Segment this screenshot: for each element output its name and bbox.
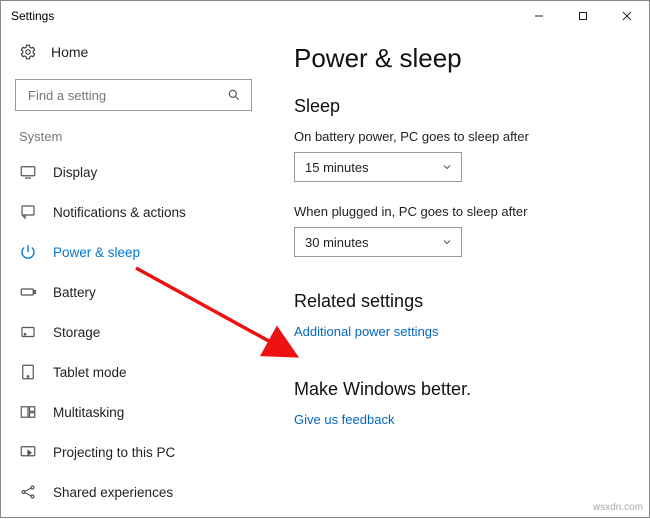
tablet-icon (19, 363, 37, 381)
sidebar-item-battery[interactable]: Battery (1, 272, 266, 312)
sidebar-item-notifications[interactable]: Notifications & actions (1, 192, 266, 232)
watermark: wsxdn.com (593, 502, 643, 513)
battery-sleep-select[interactable]: 15 minutes (294, 152, 462, 182)
window-body: Home System Display Notifications & acti… (1, 31, 649, 517)
search-input[interactable] (15, 79, 252, 111)
close-button[interactable] (605, 1, 649, 31)
shared-icon (19, 483, 37, 501)
sidebar-item-label: Battery (53, 285, 96, 300)
sidebar-item-label: Tablet mode (53, 365, 127, 380)
sidebar-item-display[interactable]: Display (1, 152, 266, 192)
sidebar-item-label: Power & sleep (53, 245, 140, 260)
sidebar-item-projecting[interactable]: Projecting to this PC (1, 432, 266, 472)
window-controls (517, 1, 649, 31)
search-field[interactable] (26, 87, 227, 104)
home-button[interactable]: Home (1, 37, 266, 71)
battery-sleep-label: On battery power, PC goes to sleep after (294, 129, 625, 144)
window-title: Settings (11, 9, 54, 23)
chevron-down-icon (441, 236, 453, 248)
plugged-sleep-label: When plugged in, PC goes to sleep after (294, 204, 625, 219)
sidebar-item-label: Multitasking (53, 405, 124, 420)
related-heading: Related settings (294, 291, 625, 312)
display-icon (19, 163, 37, 181)
plugged-sleep-value: 30 minutes (305, 235, 369, 250)
search-icon (227, 88, 241, 102)
nav-list: Display Notifications & actions Power & … (1, 152, 266, 512)
additional-power-settings-link[interactable]: Additional power settings (294, 324, 625, 339)
sidebar-item-power-sleep[interactable]: Power & sleep (1, 232, 266, 272)
sidebar-item-tablet-mode[interactable]: Tablet mode (1, 352, 266, 392)
page-title: Power & sleep (294, 43, 625, 74)
notifications-icon (19, 203, 37, 221)
battery-sleep-value: 15 minutes (305, 160, 369, 175)
feedback-heading: Make Windows better. (294, 379, 625, 400)
sidebar-item-shared[interactable]: Shared experiences (1, 472, 266, 512)
power-icon (19, 243, 37, 261)
sidebar-item-label: Shared experiences (53, 485, 173, 500)
battery-icon (19, 283, 37, 301)
sleep-heading: Sleep (294, 96, 625, 117)
sidebar-item-label: Storage (53, 325, 100, 340)
group-label: System (1, 125, 266, 152)
home-label: Home (51, 44, 88, 60)
content-pane: Power & sleep Sleep On battery power, PC… (266, 31, 649, 517)
sidebar: Home System Display Notifications & acti… (1, 31, 266, 517)
titlebar: Settings (1, 1, 649, 31)
sidebar-item-label: Display (53, 165, 97, 180)
storage-icon (19, 323, 37, 341)
projecting-icon (19, 443, 37, 461)
chevron-down-icon (441, 161, 453, 173)
sidebar-item-label: Notifications & actions (53, 205, 186, 220)
plugged-sleep-select[interactable]: 30 minutes (294, 227, 462, 257)
sidebar-item-multitasking[interactable]: Multitasking (1, 392, 266, 432)
multitasking-icon (19, 403, 37, 421)
minimize-button[interactable] (517, 1, 561, 31)
settings-window: Settings Home (0, 0, 650, 518)
sidebar-item-storage[interactable]: Storage (1, 312, 266, 352)
maximize-button[interactable] (561, 1, 605, 31)
sidebar-item-label: Projecting to this PC (53, 445, 175, 460)
gear-icon (19, 43, 37, 61)
feedback-link[interactable]: Give us feedback (294, 412, 625, 427)
